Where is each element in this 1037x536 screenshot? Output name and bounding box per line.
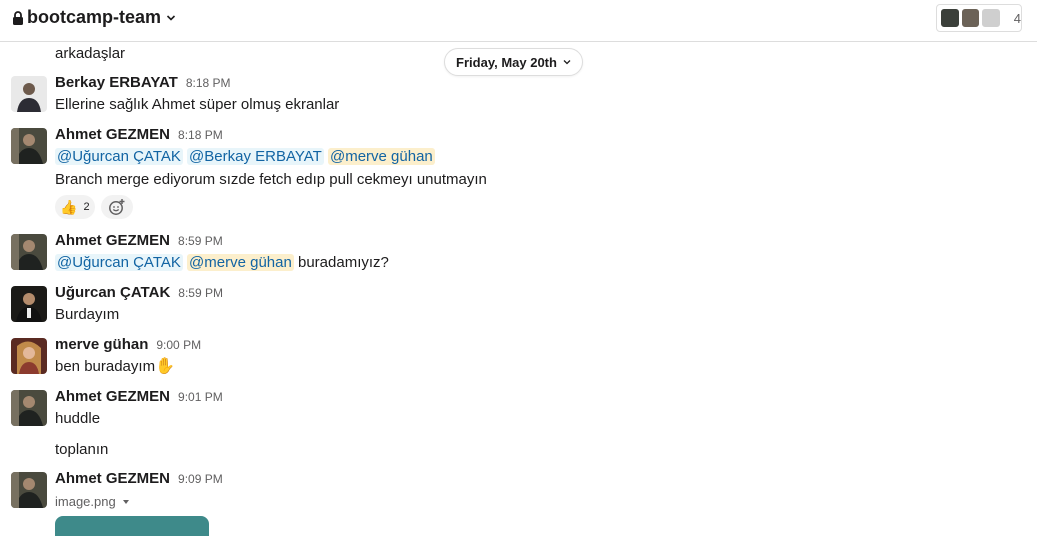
message-header: merve gühan 9:00 PM bbox=[55, 336, 201, 353]
lock-icon bbox=[13, 10, 23, 25]
chevron-down-icon bbox=[563, 60, 571, 65]
user-mention[interactable]: @Uğurcan ÇATAK bbox=[55, 148, 183, 165]
timestamp[interactable]: 9:09 PM bbox=[178, 472, 223, 486]
image-preview[interactable] bbox=[55, 516, 209, 536]
message-text: Branch merge ediyorum sızde fetch edıp p… bbox=[55, 171, 487, 188]
timestamp[interactable]: 9:01 PM bbox=[178, 390, 223, 404]
add-emoji-icon bbox=[109, 199, 125, 215]
channel-name: bootcamp-team bbox=[27, 7, 162, 27]
message-header: Ahmet GEZMEN 8:18 PM bbox=[55, 126, 223, 143]
author-name[interactable]: Ahmet GEZMEN bbox=[55, 388, 170, 405]
chevron-down-icon bbox=[166, 14, 176, 21]
message-text: Ellerine sağlık Ahmet süper olmuş ekranl… bbox=[55, 96, 340, 113]
message-text: toplanın bbox=[55, 441, 109, 458]
avatar[interactable] bbox=[11, 390, 47, 426]
author-name[interactable]: Ahmet GEZMEN bbox=[55, 232, 170, 249]
author-name[interactable]: Ahmet GEZMEN bbox=[55, 470, 170, 487]
avatar[interactable] bbox=[11, 338, 47, 374]
avatar[interactable] bbox=[11, 286, 47, 322]
avatar[interactable] bbox=[11, 128, 47, 164]
timestamp[interactable]: 8:59 PM bbox=[178, 286, 223, 300]
member-avatar bbox=[981, 8, 1001, 28]
user-mention-self[interactable]: @merve gühan bbox=[327, 148, 435, 165]
avatar[interactable] bbox=[11, 234, 47, 270]
message-text-body: ben buradayım bbox=[55, 358, 156, 375]
user-mention-self[interactable]: @merve gühan bbox=[187, 254, 294, 271]
message-text: arkadaşlar bbox=[55, 45, 126, 62]
add-reaction-button[interactable] bbox=[101, 195, 133, 219]
author-name[interactable]: Berkay ERBAYAT bbox=[55, 74, 178, 91]
message-text: ben buradayım✋ bbox=[55, 357, 175, 377]
thumbs-up-icon: 👍 bbox=[60, 198, 78, 215]
user-mention[interactable]: @Uğurcan ÇATAK bbox=[55, 254, 183, 271]
user-mention[interactable]: @Berkay ERBAYAT bbox=[187, 148, 324, 165]
message-header: Berkay ERBAYAT 8:18 PM bbox=[55, 74, 231, 91]
timestamp[interactable]: 8:18 PM bbox=[186, 76, 231, 90]
message-header: Ahmet GEZMEN 9:01 PM bbox=[55, 388, 223, 405]
message-text: huddle bbox=[55, 410, 101, 427]
file-name: image.png bbox=[55, 494, 116, 509]
reaction-count: 2 bbox=[83, 201, 90, 213]
message-header: Uğurcan ÇATAK 8:59 PM bbox=[55, 284, 223, 301]
channel-header: bootcamp-team 4 bbox=[0, 0, 1037, 42]
message-header: Ahmet GEZMEN 9:09 PM bbox=[55, 470, 223, 487]
avatar[interactable] bbox=[11, 472, 47, 508]
date-divider-label: Friday, May 20th bbox=[456, 54, 557, 70]
raised-hand-icon: ✋ bbox=[155, 358, 175, 375]
member-count: 4 bbox=[1013, 10, 1022, 26]
channel-name-button[interactable]: bootcamp-team bbox=[12, 7, 176, 28]
timestamp[interactable]: 8:59 PM bbox=[178, 234, 223, 248]
message-text: Burdayım bbox=[55, 306, 120, 323]
caret-down-icon bbox=[122, 499, 129, 504]
message-text: @Uğurcan ÇATAK @merve gühan buradamıyız? bbox=[55, 253, 389, 273]
author-name[interactable]: merve gühan bbox=[55, 336, 148, 353]
reaction-thumbs-up[interactable]: 👍 2 bbox=[55, 195, 95, 219]
message-header: Ahmet GEZMEN 8:59 PM bbox=[55, 232, 223, 249]
author-name[interactable]: Ahmet GEZMEN bbox=[55, 126, 170, 143]
author-name[interactable]: Uğurcan ÇATAK bbox=[55, 284, 170, 301]
timestamp[interactable]: 9:00 PM bbox=[156, 338, 201, 352]
member-avatar bbox=[960, 8, 981, 28]
message-mentions: @Uğurcan ÇATAK @Berkay ERBAYAT @merve gü… bbox=[55, 147, 435, 167]
members-button[interactable]: 4 bbox=[936, 4, 1022, 32]
timestamp[interactable]: 8:18 PM bbox=[178, 128, 223, 142]
date-divider-button[interactable]: Friday, May 20th bbox=[444, 48, 583, 76]
message-text-tail: buradamıyız? bbox=[298, 254, 389, 271]
file-name-toggle[interactable]: image.png bbox=[55, 494, 130, 509]
member-avatar bbox=[940, 8, 960, 28]
avatar[interactable] bbox=[11, 76, 47, 112]
